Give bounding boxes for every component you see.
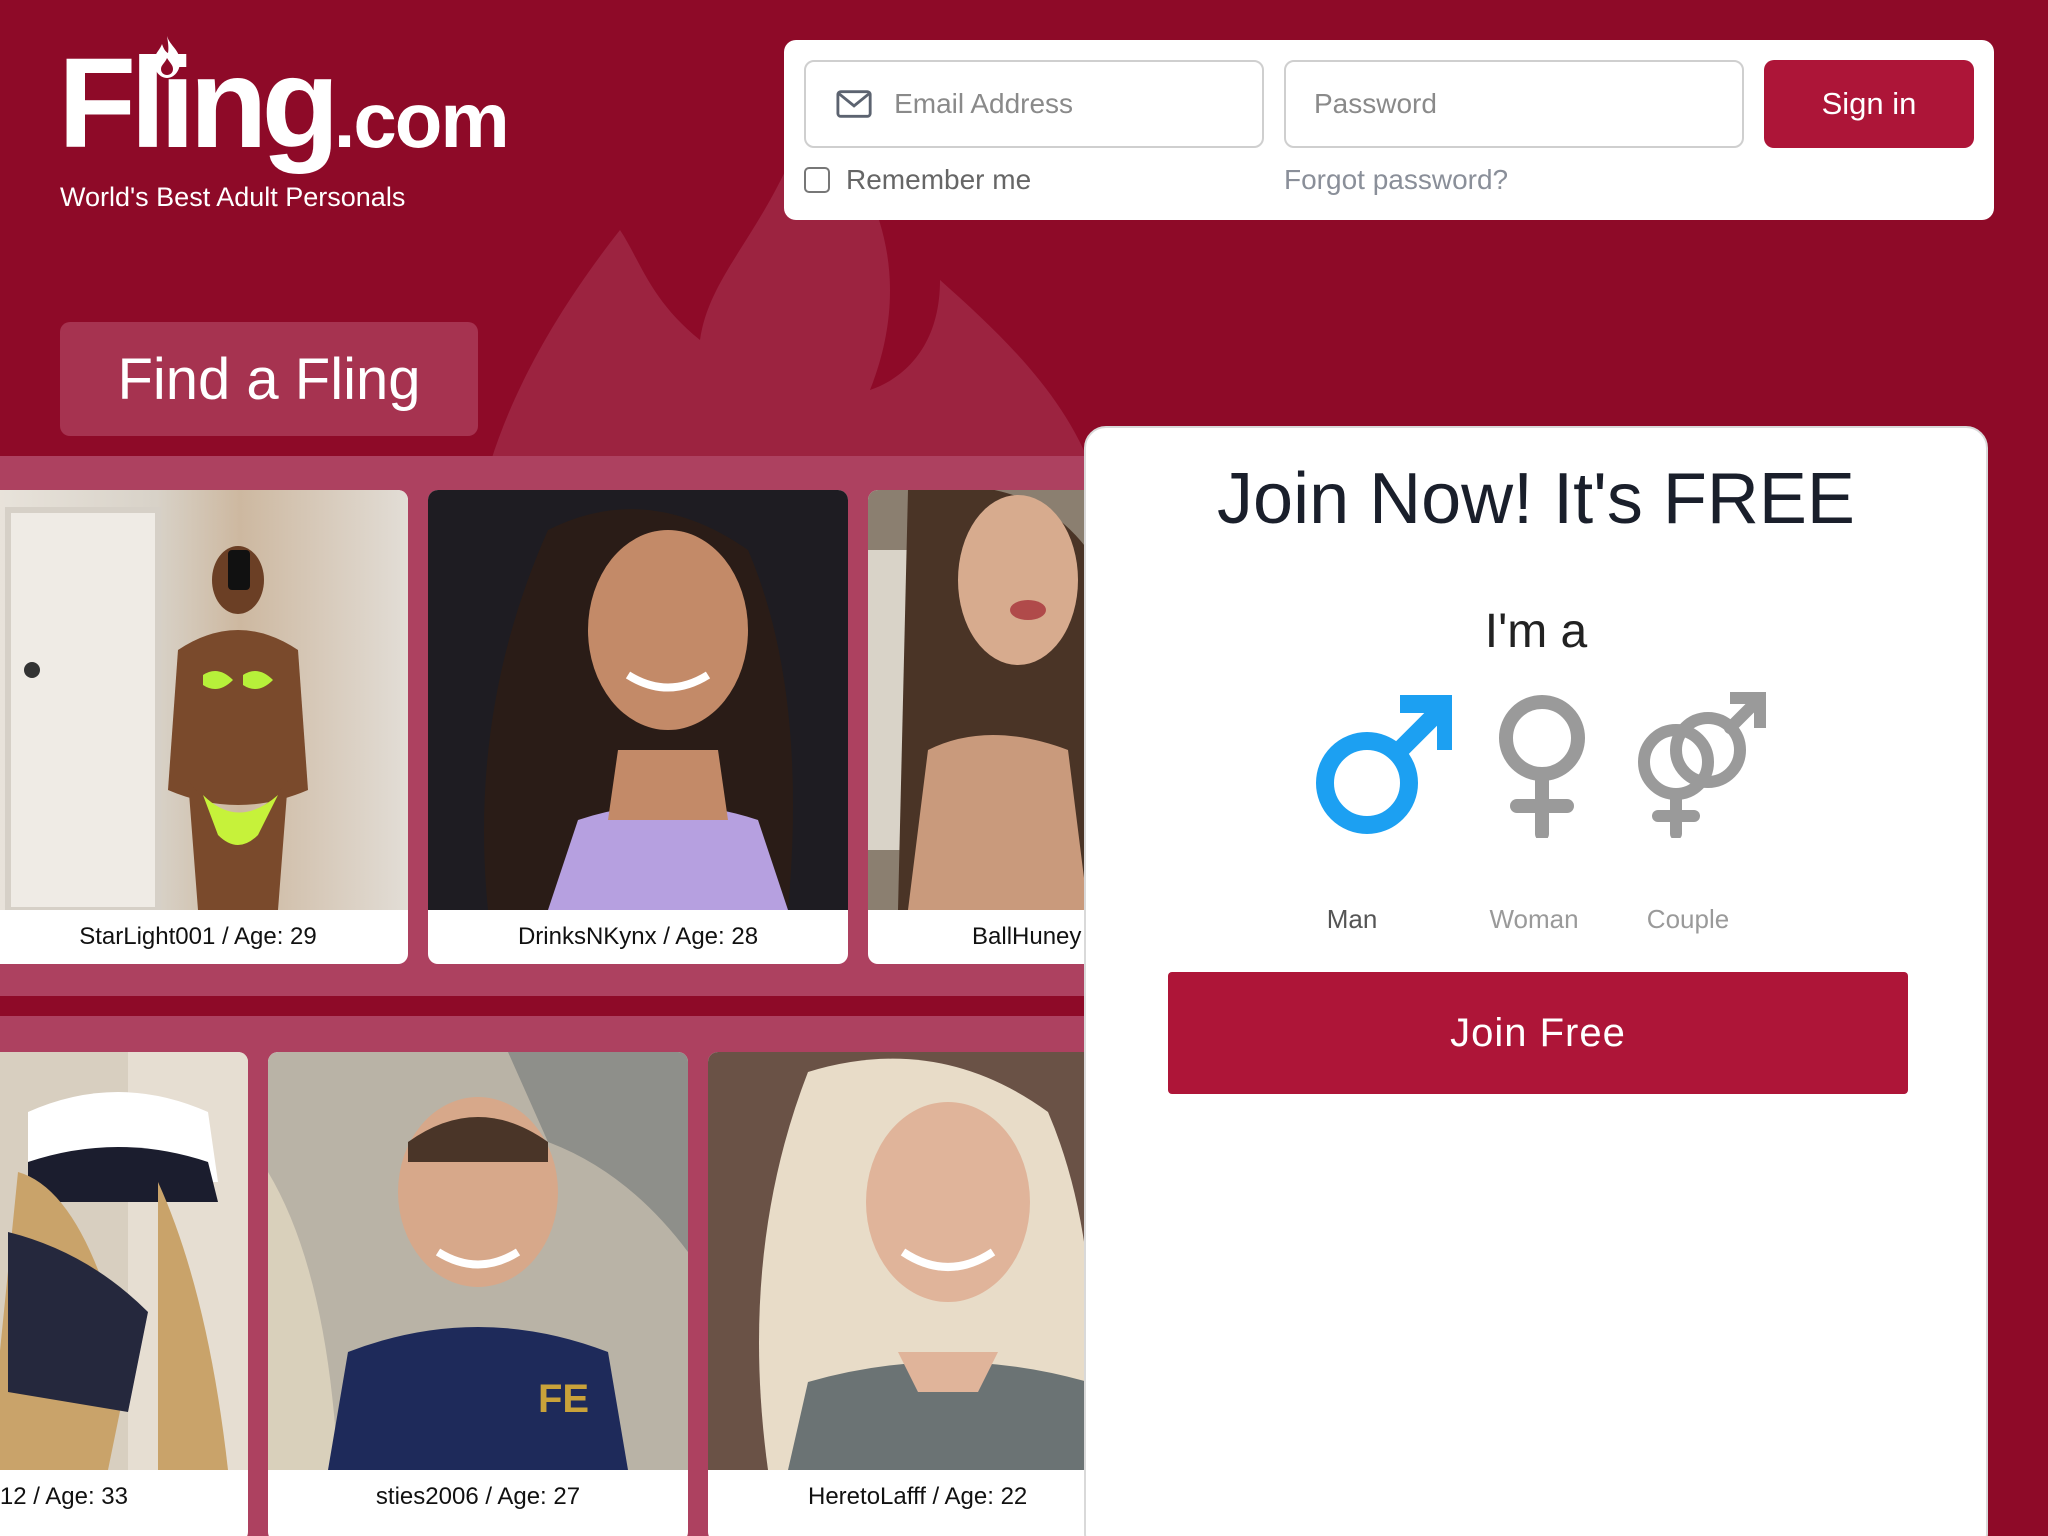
join-title: Join Now! It's FREE <box>1217 459 1855 539</box>
gender-option-man[interactable] <box>1292 688 1472 843</box>
profile-caption: HeretoLafff / Age: 22 <box>808 1483 1028 1510</box>
email-field[interactable] <box>804 60 1264 148</box>
profile-caption: DrinksNKynx / Age: 28 <box>517 923 759 950</box>
forgot-password-link[interactable]: Forgot password? <box>1284 164 1508 196</box>
profile-card[interactable]: BallHuney <box>868 490 1085 964</box>
join-panel: Join Now! It's FREE I'm a Man Woman Coup… <box>1084 426 1988 1536</box>
profile-photo: FE <box>268 1052 688 1470</box>
profile-photo <box>0 1052 248 1470</box>
profile-card[interactable]: FE sties2006 / Age: 27 <box>268 1052 688 1536</box>
email-input[interactable] <box>894 88 1262 120</box>
password-field[interactable] <box>1284 60 1744 148</box>
gender-label-couple: Couple <box>1646 904 1730 934</box>
logo-text: Fling <box>58 32 340 175</box>
profile-card[interactable]: 12 / Age: 33 <box>0 1052 248 1536</box>
login-panel: Sign in Remember me Forgot password? <box>784 40 1994 220</box>
tagline: World's Best Adult Personals <box>60 182 406 212</box>
profile-caption: BallHuney <box>972 923 1082 950</box>
profile-photo <box>708 1052 1085 1470</box>
logo-suffix: .com <box>333 76 510 164</box>
remember-me-label: Remember me <box>846 164 1032 195</box>
profile-row-2: 12 / Age: 33 FE sties2006 / Age: 27 Here… <box>0 1016 1085 1536</box>
couple-icon <box>1638 692 1766 840</box>
im-a-label: I'm a <box>1484 605 1588 658</box>
profile-photo <box>0 490 408 910</box>
remember-me-checkbox[interactable] <box>804 167 830 193</box>
profile-caption: sties2006 / Age: 27 <box>375 1483 581 1510</box>
sign-in-button[interactable]: Sign in <box>1764 60 1974 148</box>
profile-caption: StarLight001 / Age: 29 <box>79 923 317 950</box>
gender-option-woman[interactable] <box>1452 688 1632 843</box>
profile-row-1: StarLight001 / Age: 29 DrinksNKynx / Age… <box>0 456 1085 996</box>
gender-option-couple[interactable] <box>1608 688 1788 843</box>
female-icon <box>1499 695 1585 841</box>
profile-caption: 12 / Age: 33 <box>0 1483 128 1510</box>
profile-photo <box>868 490 1085 910</box>
logo-wordmark: Fling.com <box>58 36 510 168</box>
logo-flame-icon <box>154 36 180 78</box>
male-icon <box>1316 695 1455 834</box>
svg-text:FE: FE <box>538 1377 589 1421</box>
profile-photo <box>428 490 848 910</box>
profile-card[interactable]: StarLight001 / Age: 29 <box>0 490 408 964</box>
find-a-fling-banner: Find a Fling <box>60 322 478 436</box>
join-free-button[interactable]: Join Free <box>1168 972 1908 1094</box>
remember-me[interactable]: Remember me <box>804 164 1031 196</box>
gender-label-man: Man <box>1326 904 1378 934</box>
gender-label-woman: Woman <box>1489 904 1579 934</box>
password-input[interactable] <box>1314 88 1678 120</box>
profile-card[interactable]: DrinksNKynx / Age: 28 <box>428 490 848 964</box>
profile-card[interactable]: HeretoLafff / Age: 22 <box>708 1052 1085 1536</box>
site-logo[interactable]: Fling.com World's Best Adult Personals <box>58 36 510 213</box>
mail-icon <box>836 90 872 118</box>
